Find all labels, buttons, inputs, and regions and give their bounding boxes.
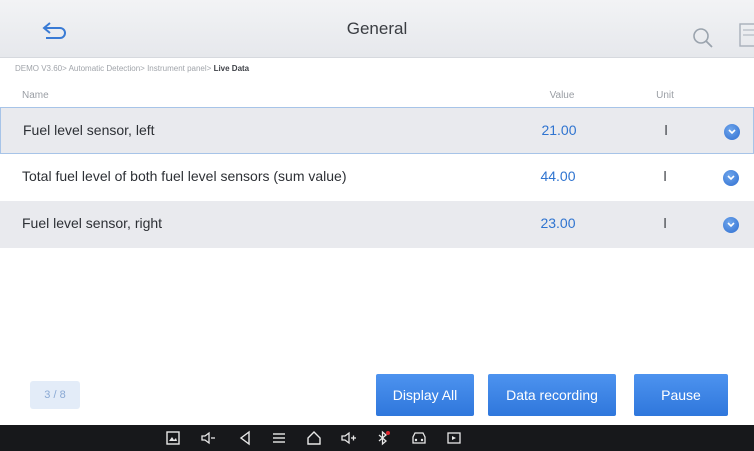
system-navigation-bar [0,425,754,451]
search-button[interactable] [690,25,716,51]
breadcrumb-current: Live Data [213,64,250,73]
page-title: General [346,19,408,38]
menu-icon[interactable] [270,429,288,447]
row-value: 21.00 [541,122,577,138]
row-unit: l [664,122,668,138]
data-recording-button[interactable]: Data recording [488,374,616,416]
column-header-value: Value [549,90,575,101]
display-all-button[interactable]: Display All [376,374,474,416]
row-unit: l [663,215,667,231]
row-value: 23.00 [540,215,576,231]
table-row[interactable]: Fuel level sensor, left 21.00 l [0,107,754,154]
bluetooth-icon[interactable] [374,429,392,447]
vehicle-diagnostics-icon[interactable] [410,429,428,447]
breadcrumb: DEMO V3.60> Automatic Detection> Instrum… [15,64,249,73]
row-unit: l [663,168,667,184]
column-header-unit: Unit [656,90,674,101]
expand-circle-icon[interactable] [723,217,739,233]
expand-circle-icon[interactable] [724,124,740,140]
search-icon [693,28,713,48]
row-name: Total fuel level of both fuel level sens… [22,168,347,184]
table-row[interactable]: Fuel level sensor, right 23.00 l [0,201,754,248]
gallery-icon[interactable] [164,429,182,447]
screen-record-icon[interactable] [445,429,463,447]
row-name: Fuel level sensor, left [23,122,155,138]
pause-button[interactable]: Pause [634,374,728,416]
expand-circle-icon[interactable] [723,170,739,186]
volume-up-icon[interactable] [340,429,358,447]
table-row[interactable]: Total fuel level of both fuel level sens… [0,154,754,201]
column-header-name: Name [22,90,49,101]
report-icon [739,23,754,47]
home-icon[interactable] [305,429,323,447]
report-button[interactable] [737,22,754,50]
row-value: 44.00 [540,168,576,184]
row-name: Fuel level sensor, right [22,215,163,231]
volume-down-icon[interactable] [199,429,217,447]
page-indicator: 3 / 8 [30,381,80,409]
breadcrumb-path: DEMO V3.60> Automatic Detection> Instrum… [15,64,214,73]
top-bar: General [0,0,754,58]
back-triangle-icon[interactable] [236,429,254,447]
